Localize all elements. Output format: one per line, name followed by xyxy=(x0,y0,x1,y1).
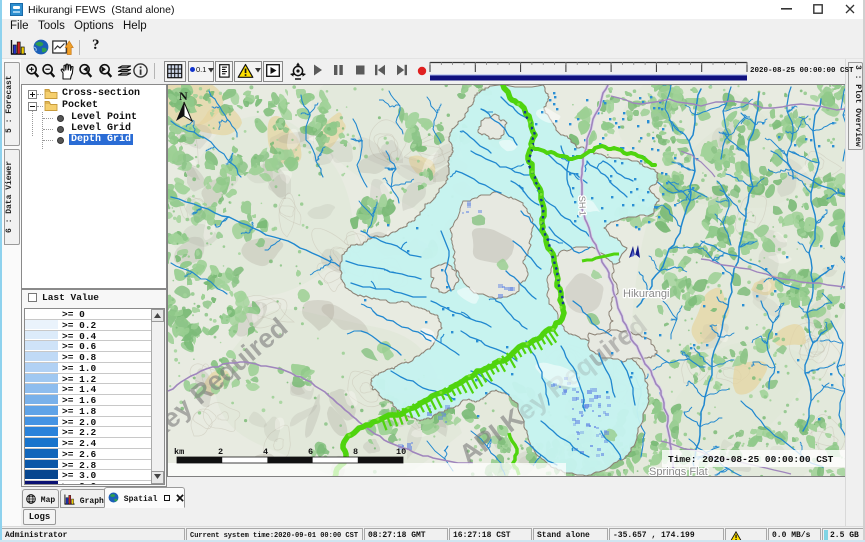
svg-text:10: 10 xyxy=(396,447,406,457)
svg-text:SH 1: SH 1 xyxy=(577,196,588,216)
svg-text:Time: 2020-08-25 00:00:00 CST: Time: 2020-08-25 00:00:00 CST xyxy=(668,454,834,465)
svg-text:Hikurangi: Hikurangi xyxy=(623,288,669,300)
svg-text:4: 4 xyxy=(263,447,268,457)
svg-text:6: 6 xyxy=(308,447,313,457)
svg-text:2: 2 xyxy=(218,447,223,457)
svg-text:km: km xyxy=(174,447,184,457)
svg-text:8: 8 xyxy=(353,447,358,457)
svg-text:N: N xyxy=(179,89,188,103)
svg-text:Springs Flat: Springs Flat xyxy=(649,466,708,477)
